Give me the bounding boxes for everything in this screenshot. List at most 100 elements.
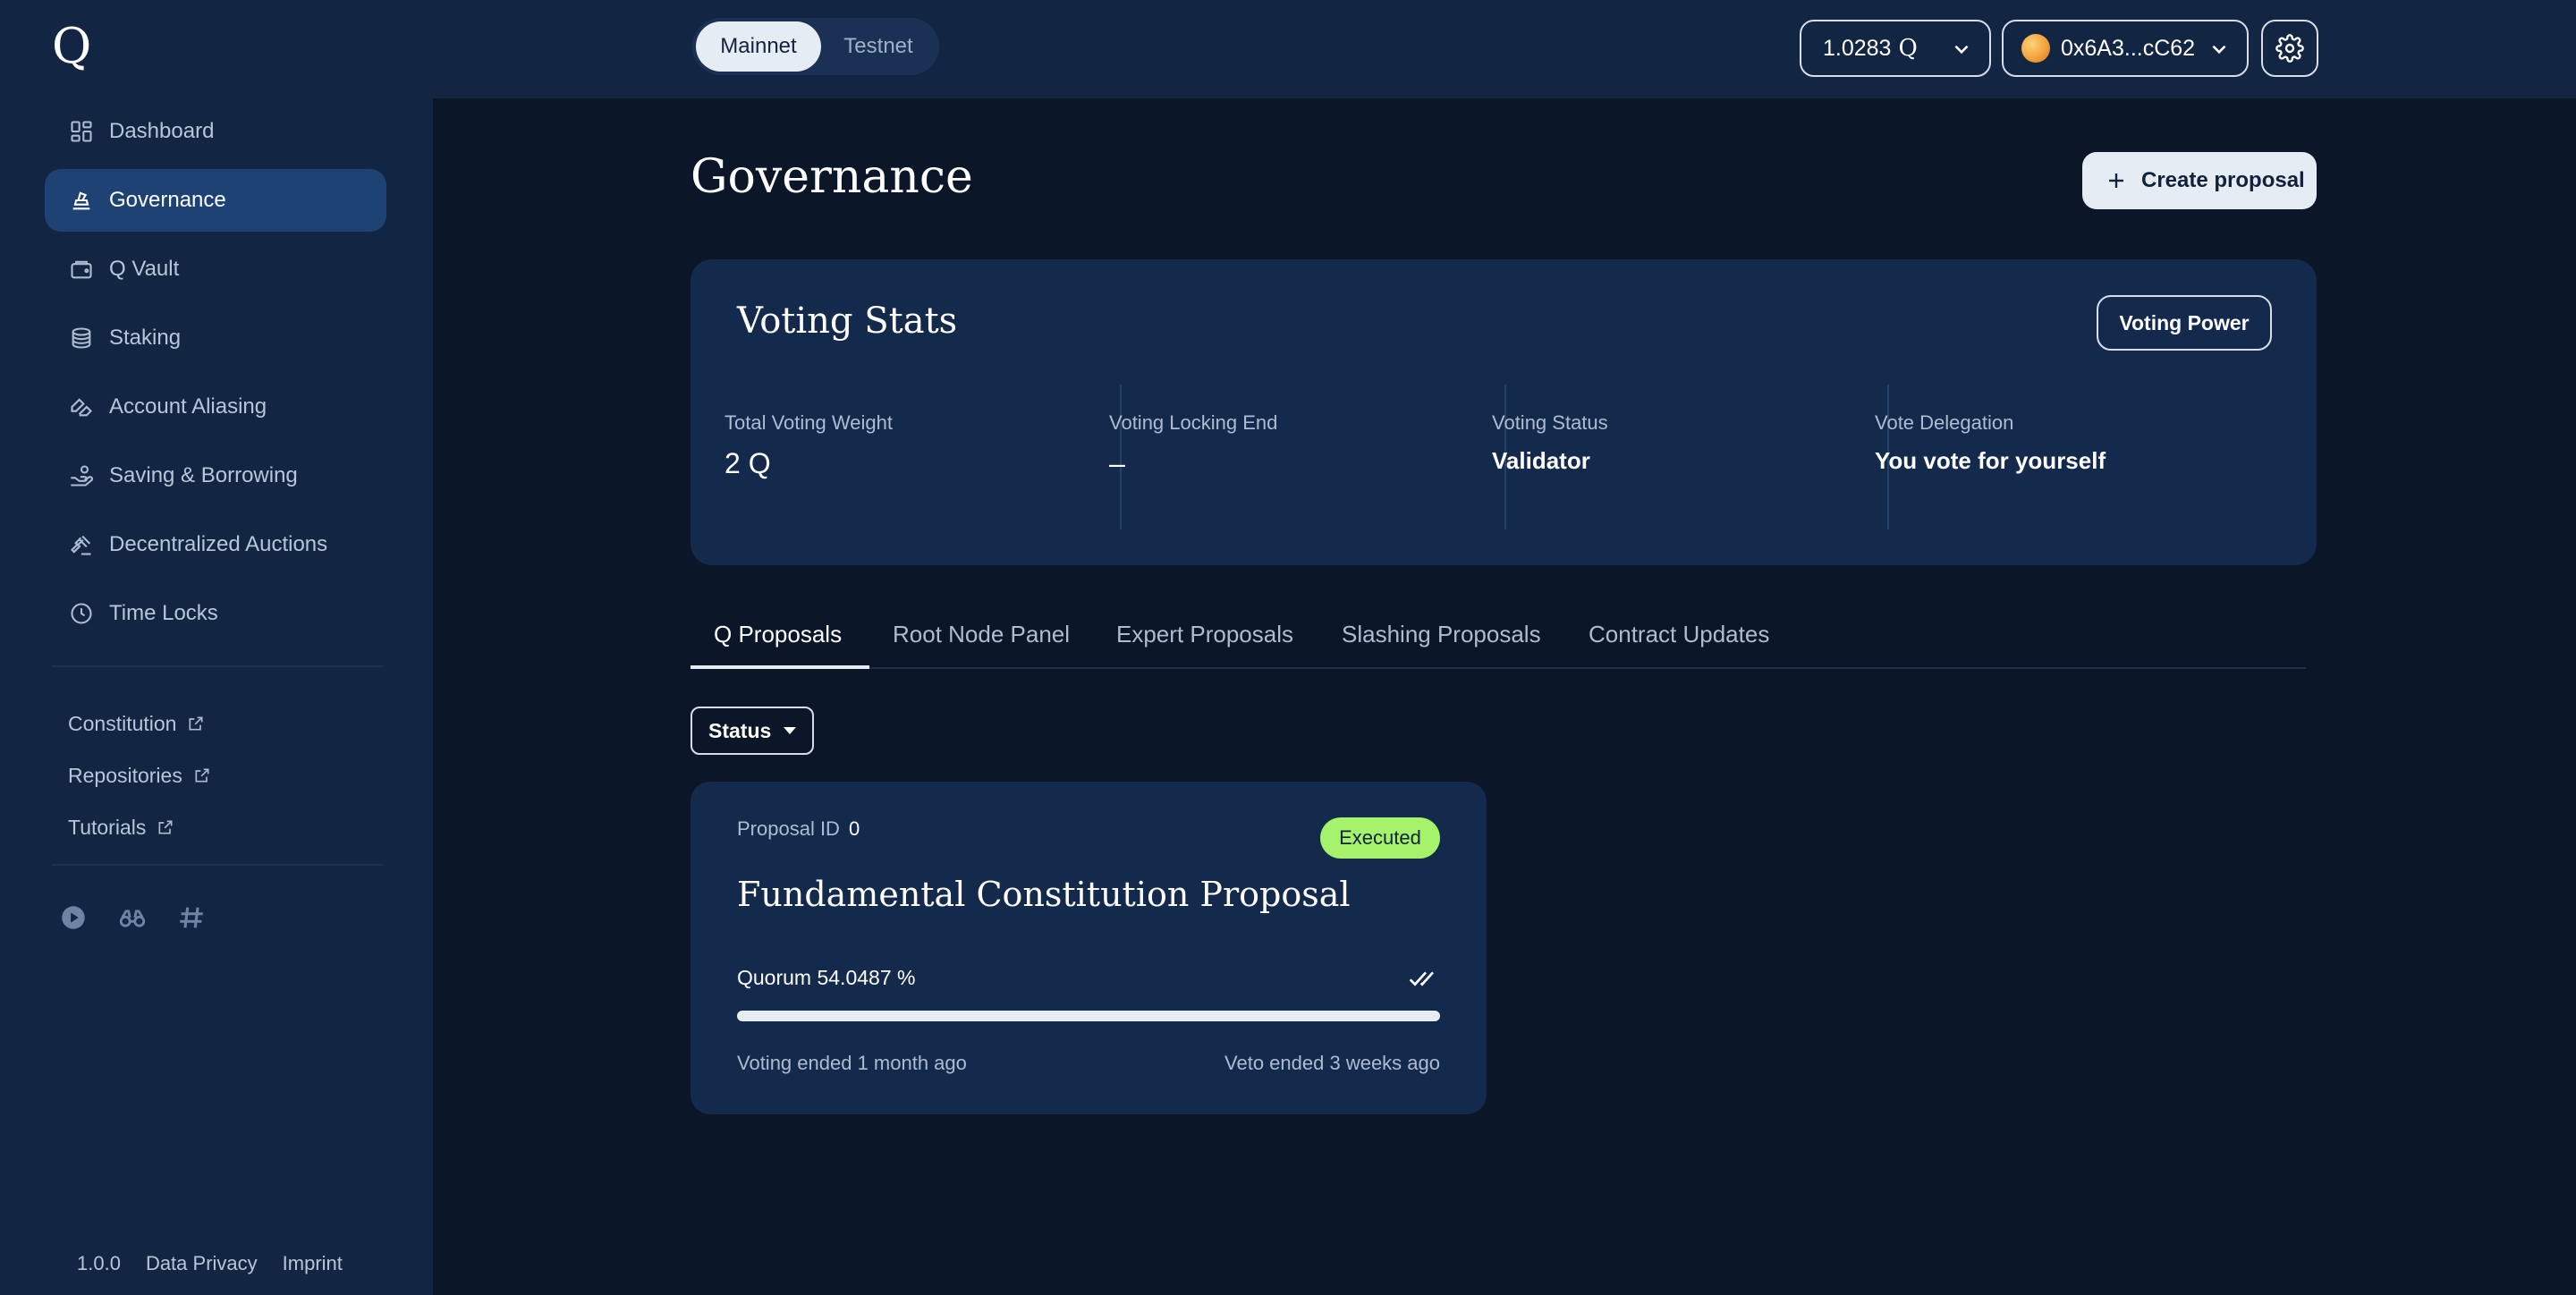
app-root: Q Dashboard Governance Q Vault Staking A… (0, 0, 2576, 1295)
sidebar-item-label: Staking (109, 326, 182, 350)
wallet-address: 0x6A3...cC62 (2061, 35, 2196, 61)
stat-voting-status: Voting Status Validator (1458, 385, 1843, 528)
create-proposal-button[interactable]: Create proposal (2082, 152, 2317, 209)
sidebar-item-staking[interactable]: Staking (45, 307, 386, 369)
clock-icon (68, 600, 95, 627)
external-link-icon (158, 820, 173, 834)
q-token-icon: Q (1898, 35, 1918, 62)
quorum-label: Quorum 54.0487 % (737, 966, 916, 989)
gear-icon (2275, 34, 2304, 63)
quorum-progress-bar (737, 1011, 1440, 1021)
voting-stats-card: Voting Stats Voting Power Total Voting W… (691, 259, 2317, 565)
sidebar-item-label: Decentralized Auctions (109, 532, 328, 556)
status-badge: Executed (1320, 817, 1440, 859)
sidebar-item-label: Account Aliasing (109, 394, 267, 419)
gavel-icon (68, 531, 95, 558)
saving-icon (68, 462, 95, 489)
stat-label: Voting Locking End (1109, 411, 1278, 434)
constitution-link[interactable]: Constitution (68, 698, 211, 749)
sidebar-item-governance[interactable]: Governance (45, 169, 386, 232)
stat-label: Total Voting Weight (724, 411, 893, 434)
stat-label: Voting Status (1492, 411, 1608, 434)
hashtag-icon[interactable] (175, 901, 208, 934)
sidebar-item-label: Q Vault (109, 257, 180, 281)
active-tab-indicator (691, 665, 869, 669)
sidebar-divider (52, 665, 383, 667)
tab-root-node-panel[interactable]: Root Node Panel (893, 621, 1070, 669)
version-label: 1.0.0 (77, 1252, 121, 1274)
sidebar: Q Dashboard Governance Q Vault Staking A… (0, 0, 433, 1295)
proposal-card[interactable]: Proposal ID 0 Executed Fundamental Consti… (691, 782, 1487, 1114)
voting-power-button[interactable]: Voting Power (2097, 295, 2272, 351)
stat-voting-locking-end: Voting Locking End – (1075, 385, 1460, 528)
sidebar-item-time-locks[interactable]: Time Locks (45, 582, 386, 645)
proposal-title: Fundamental Constitution Proposal (737, 875, 1351, 914)
proposal-tabs: Q Proposals Root Node Panel Expert Propo… (691, 608, 2306, 669)
social-links (57, 901, 208, 934)
sidebar-item-q-vault[interactable]: Q Vault (45, 238, 386, 300)
sidebar-footer: 1.0.0 Data Privacy Imprint (77, 1252, 343, 1275)
plus-icon (2109, 174, 2123, 188)
balance-value: 1.0283 (1823, 35, 1892, 61)
veto-ended-text: Veto ended 3 weeks ago (1224, 1052, 1440, 1074)
voting-stats-title: Voting Stats (737, 300, 958, 342)
dashboard-icon (68, 118, 95, 145)
testnet-tab[interactable]: Testnet (821, 21, 936, 72)
sidebar-item-dashboard[interactable]: Dashboard (45, 100, 386, 163)
wallet-dropdown[interactable]: 0x6A3...cC62 (2002, 20, 2249, 77)
imprint-link[interactable]: Imprint (283, 1252, 343, 1275)
alias-icon (68, 394, 95, 420)
tab-expert-proposals[interactable]: Expert Proposals (1116, 621, 1293, 669)
stat-total-voting-weight: Total Voting Weight 2 Q (691, 385, 1075, 528)
chevron-down-icon (2212, 45, 2226, 55)
stat-value: Validator (1492, 447, 1590, 474)
proposal-id: Proposal ID 0 (737, 817, 860, 841)
proposal-id-label: Proposal ID (737, 817, 840, 840)
governance-icon (68, 187, 95, 214)
settings-button[interactable] (2261, 20, 2318, 77)
network-toggle: Mainnet Testnet (692, 18, 939, 75)
sidebar-item-label: Dashboard (109, 119, 215, 143)
sidebar-item-label: Saving & Borrowing (109, 463, 298, 487)
repositories-link[interactable]: Repositories (68, 749, 211, 801)
stat-vote-delegation: Vote Delegation You vote for yourself (1841, 385, 2225, 528)
caret-down-icon (784, 727, 797, 734)
stat-label: Vote Delegation (1875, 411, 2014, 434)
sidebar-item-decentralized-auctions[interactable]: Decentralized Auctions (45, 513, 386, 576)
sidebar-item-account-aliasing[interactable]: Account Aliasing (45, 376, 386, 438)
tutorials-link[interactable]: Tutorials (68, 801, 211, 853)
data-privacy-link[interactable]: Data Privacy (146, 1252, 258, 1275)
balance-dropdown[interactable]: 1.0283 Q (1800, 20, 1991, 77)
voting-ended-text: Voting ended 1 month ago (737, 1052, 967, 1074)
external-link-icon (195, 768, 209, 783)
external-link-icon (189, 716, 203, 731)
sidebar-nav: Dashboard Governance Q Vault Staking Acc… (45, 100, 386, 651)
wallet-icon (68, 256, 95, 283)
stat-value: You vote for yourself (1875, 447, 2106, 474)
tab-contract-updates[interactable]: Contract Updates (1589, 621, 1769, 669)
external-links: Constitution Repositories Tutorials (68, 698, 211, 853)
constitution-link-label: Constitution (68, 711, 177, 735)
quorum-progress-fill (737, 1011, 1440, 1021)
status-filter-dropdown[interactable]: Status (691, 707, 814, 755)
status-filter-label: Status (708, 718, 772, 742)
chevron-down-icon (1954, 45, 1969, 55)
tab-slashing-proposals[interactable]: Slashing Proposals (1342, 621, 1541, 669)
sidebar-divider (52, 864, 383, 866)
binoculars-icon[interactable] (116, 901, 148, 934)
sidebar-item-saving-borrowing[interactable]: Saving & Borrowing (45, 444, 386, 507)
tutorials-link-label: Tutorials (68, 815, 147, 839)
double-check-icon (1409, 971, 1434, 986)
tab-q-proposals[interactable]: Q Proposals (714, 621, 842, 669)
coins-icon (68, 325, 95, 351)
stat-value: – (1109, 447, 1125, 479)
repositories-link-label: Repositories (68, 763, 182, 787)
page-title: Governance (691, 150, 973, 204)
mainnet-tab[interactable]: Mainnet (696, 21, 821, 72)
q-logo[interactable]: Q (52, 21, 100, 72)
create-proposal-label: Create proposal (2141, 168, 2305, 192)
top-bar: Mainnet Testnet 1.0283 Q 0x6A3...cC62 (433, 0, 2576, 98)
sidebar-item-label: Governance (109, 188, 226, 212)
play-icon[interactable] (57, 901, 89, 934)
proposal-id-value: 0 (848, 817, 860, 840)
